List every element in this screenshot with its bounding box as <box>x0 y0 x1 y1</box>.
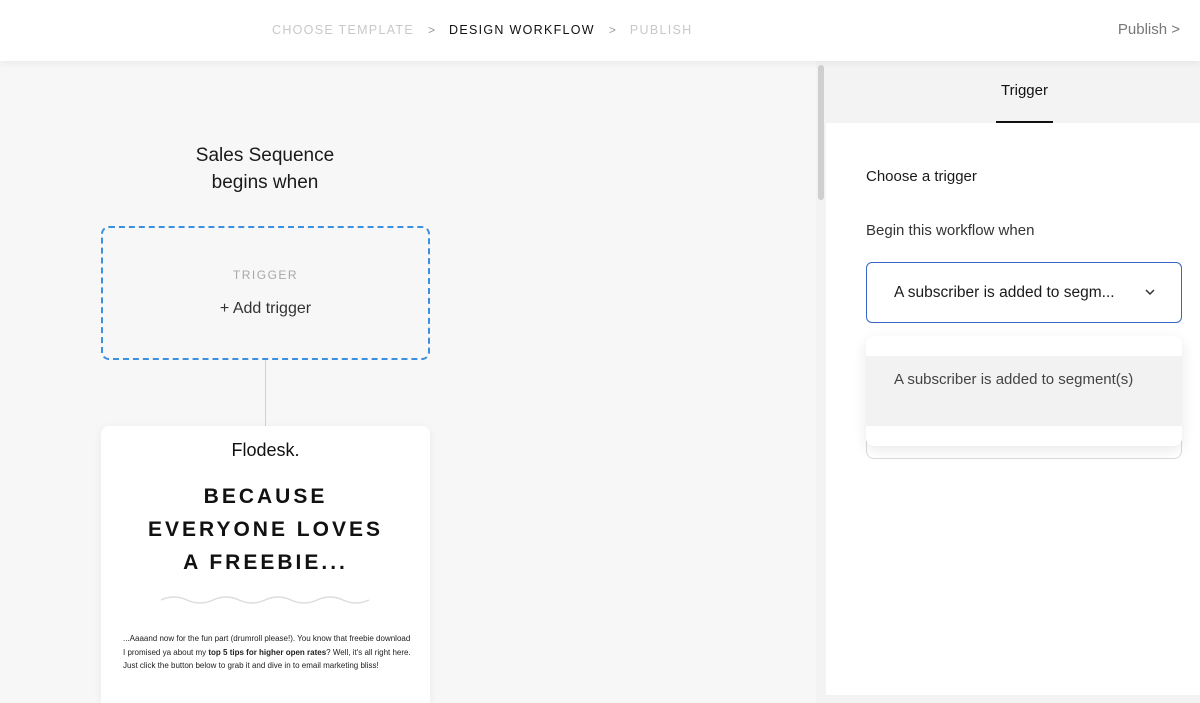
step-separator: > <box>608 23 616 37</box>
email-headline-line: BECAUSE <box>203 485 328 508</box>
dropdown-option-label: A subscriber is added to segment(s) <box>894 371 1134 388</box>
step-design-workflow[interactable]: DESIGN WORKFLOW <box>449 23 595 37</box>
tab-trigger-label: Trigger <box>1001 82 1048 99</box>
add-trigger-button[interactable]: + Add trigger <box>103 300 428 318</box>
step-separator: > <box>427 23 435 37</box>
email-headline-line: EVERYONE LOVES <box>148 518 383 541</box>
trigger-panel: Trigger Choose a trigger Begin this work… <box>826 61 1200 703</box>
workflow-title: Sales Sequence begins when <box>100 142 430 196</box>
publish-button[interactable]: Publish > <box>1118 21 1180 38</box>
email-headline-line: A FREEBIE... <box>183 551 348 574</box>
workflow-title-line: begins when <box>211 172 319 193</box>
trigger-select-value: A subscriber is added to segm... <box>894 284 1115 301</box>
trigger-label: TRIGGER <box>232 268 299 282</box>
email-body-text: ...Aaaand now for the fun part (drumroll… <box>123 632 413 673</box>
trigger-select[interactable]: A subscriber is added to segm... <box>866 262 1182 323</box>
wave-divider-icon <box>161 596 370 604</box>
section-title: Choose a trigger <box>866 168 977 185</box>
panel-tabs: Trigger <box>826 61 1200 123</box>
panel-footer-strip <box>826 695 1200 703</box>
top-bar: CHOOSE TEMPLATE > DESIGN WORKFLOW > PUBL… <box>0 0 1200 61</box>
flow-connector-line <box>265 360 266 426</box>
tab-trigger[interactable]: Trigger <box>996 61 1053 123</box>
trigger-field-label: Begin this workflow when <box>866 222 1035 239</box>
email-body-bold: top 5 tips for higher open rates <box>208 647 327 657</box>
dropdown-option-added-to-segment[interactable]: A subscriber is added to segment(s) <box>866 356 1182 426</box>
step-publish[interactable]: PUBLISH <box>630 23 693 37</box>
canvas-scrollbar[interactable] <box>816 61 826 703</box>
trigger-placeholder[interactable]: TRIGGER + Add trigger <box>101 226 430 360</box>
chevron-down-icon <box>1145 289 1155 296</box>
trigger-dropdown-menu: A subscriber is added to segment(s) <box>866 336 1182 446</box>
email-preview-card[interactable]: Flodesk. BECAUSE EVERYONE LOVES A FREEBI… <box>101 426 430 703</box>
workflow-steps: CHOOSE TEMPLATE > DESIGN WORKFLOW > PUBL… <box>272 23 693 37</box>
canvas-scrollbar-thumb[interactable] <box>818 65 824 200</box>
email-logo: Flodesk. <box>231 440 300 460</box>
workflow-title-line: Sales Sequence <box>195 145 335 166</box>
tab-active-indicator <box>996 121 1053 123</box>
email-headline: BECAUSE EVERYONE LOVES A FREEBIE... <box>101 480 430 579</box>
step-choose-template[interactable]: CHOOSE TEMPLATE <box>272 23 414 37</box>
